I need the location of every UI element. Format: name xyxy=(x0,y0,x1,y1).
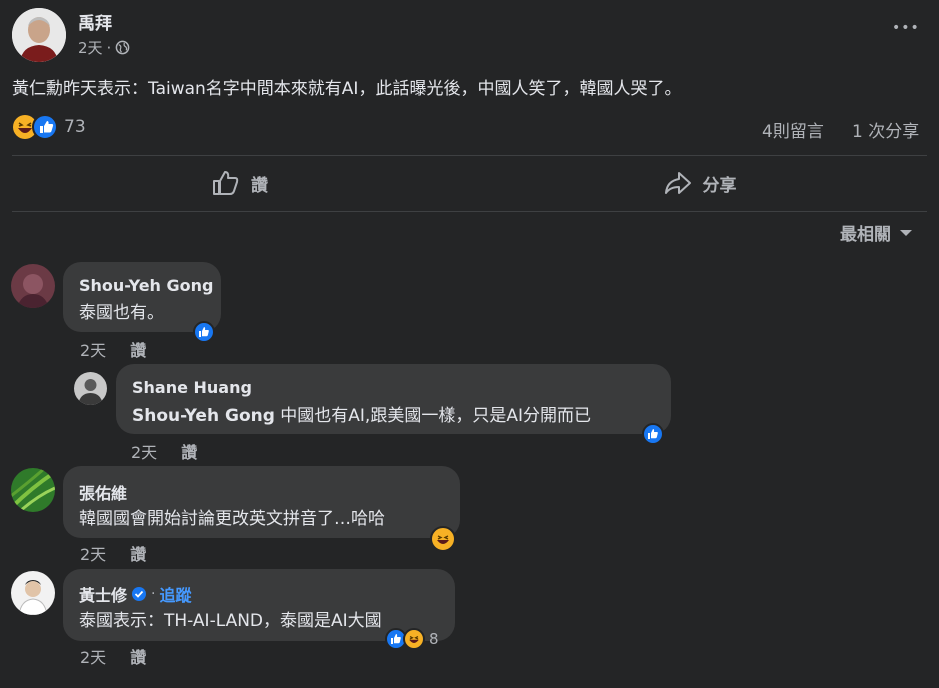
verified-badge-icon xyxy=(131,586,147,602)
comment-meta: 2天 讚 xyxy=(80,541,146,565)
post-meta: 2天 · xyxy=(78,37,130,58)
comment-time[interactable]: 2天 xyxy=(80,644,106,668)
haha-reaction-icon xyxy=(403,628,425,650)
comment-haha-badge[interactable] xyxy=(430,526,456,552)
share-action-button[interactable]: 分享 xyxy=(472,160,927,206)
comment-text-body: 中國也有AI,跟美國一樣，只是AI分開而已 xyxy=(274,406,591,426)
commenter-avatar[interactable] xyxy=(74,372,107,405)
comment-like-link[interactable]: 讚 xyxy=(181,439,197,463)
comment-time[interactable]: 2天 xyxy=(80,337,106,361)
comment-like-link[interactable]: 讚 xyxy=(130,541,146,565)
like-icon xyxy=(199,327,209,337)
post-reactions[interactable]: 73 xyxy=(12,114,86,140)
comment-reactions[interactable]: 8 xyxy=(385,628,439,650)
meta-separator: · xyxy=(106,38,112,57)
caret-down-icon xyxy=(899,228,913,238)
comment-mention[interactable]: Shou-Yeh Gong xyxy=(132,406,275,426)
comment-time[interactable]: 2天 xyxy=(80,541,106,565)
comment-sort-dropdown[interactable]: 最相關 xyxy=(840,220,913,245)
post-author-name[interactable]: 禹拜 xyxy=(78,9,112,34)
commenter-avatar[interactable] xyxy=(11,571,55,615)
haha-icon xyxy=(437,535,449,544)
comment-text: 泰國也有。 xyxy=(79,303,164,323)
comment-like-link[interactable]: 讚 xyxy=(130,644,146,668)
comment-text: Shou-Yeh Gong 中國也有AI,跟美國一樣，只是AI分開而已 xyxy=(132,401,591,426)
comment-like-link[interactable]: 讚 xyxy=(130,337,146,361)
commenter-avatar[interactable] xyxy=(11,264,55,308)
post-author-avatar[interactable] xyxy=(12,8,66,62)
commenter-avatar[interactable] xyxy=(11,468,55,512)
comment-meta: 2天 讚 xyxy=(80,644,146,668)
comment-meta: 2天 讚 xyxy=(131,439,197,463)
like-action-button[interactable]: 讚 xyxy=(12,160,467,206)
divider xyxy=(12,155,927,156)
comment-author[interactable]: 張佑維 xyxy=(79,480,127,504)
share-arrow-icon xyxy=(663,169,693,197)
post-reaction-count[interactable]: 73 xyxy=(64,117,86,137)
post-more-options-button[interactable]: ••• xyxy=(892,20,920,36)
comment-author[interactable]: 黃士修 xyxy=(79,582,127,606)
comment-time[interactable]: 2天 xyxy=(131,439,157,463)
globe-icon xyxy=(115,40,130,55)
comment-author[interactable]: Shane Huang xyxy=(132,378,252,397)
comment-like-badge[interactable] xyxy=(642,423,664,445)
post-comments-count[interactable]: 4則留言 xyxy=(762,117,824,142)
comment-like-badge[interactable] xyxy=(193,321,215,343)
comment-meta: 2天 讚 xyxy=(80,337,146,361)
thumbs-up-icon xyxy=(211,169,241,197)
post-shares-count[interactable]: 1 次分享 xyxy=(852,117,919,142)
comment-text: 韓國國會開始討論更改英文拼音了…哈哈 xyxy=(79,509,385,529)
share-action-label: 分享 xyxy=(702,175,737,196)
comment-author[interactable]: Shou-Yeh Gong xyxy=(79,276,213,295)
follow-link[interactable]: 追蹤 xyxy=(159,582,191,606)
divider xyxy=(12,211,927,212)
follow-separator: · xyxy=(151,586,156,602)
sort-label: 最相關 xyxy=(840,225,891,245)
comment-text: 泰國表示：TH-AI-LAND，泰國是AI大國 xyxy=(79,611,382,631)
like-reaction-icon xyxy=(32,114,58,140)
comment-reaction-count: 8 xyxy=(429,630,439,648)
like-action-label: 讚 xyxy=(251,175,268,196)
comment-header: 黃士修 · 追蹤 xyxy=(79,582,191,606)
post-text: 黃仁勳昨天表示：Taiwan名字中間本來就有AI，此話曝光後，中國人笑了，韓國人… xyxy=(12,79,682,99)
like-icon xyxy=(648,429,658,439)
post-time[interactable]: 2天 xyxy=(78,37,103,58)
